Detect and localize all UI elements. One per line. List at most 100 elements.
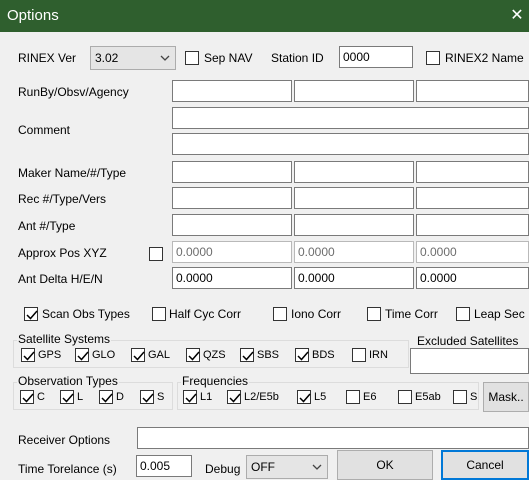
observation-type-checkbox[interactable] xyxy=(140,390,154,404)
sep-nav-checkbox[interactable] xyxy=(185,51,199,65)
frequency-checkbox[interactable] xyxy=(453,390,467,404)
time-corr-label: Time Corr xyxy=(385,307,438,321)
time-tolerance-input[interactable]: 0.005 xyxy=(136,455,192,477)
scan-obs-label: Scan Obs Types xyxy=(42,307,130,321)
rec-field-1[interactable] xyxy=(172,187,292,209)
frequencies-title: Frequencies xyxy=(181,374,250,388)
checkmark-icon xyxy=(23,351,35,361)
close-button[interactable]: ✕ xyxy=(505,5,529,27)
rinex-ver-label: RINEX Ver xyxy=(18,51,77,65)
runby-label: RunBy/Obsv/Agency xyxy=(18,85,129,99)
time-tolerance-label: Time Torelance (s) xyxy=(18,462,117,476)
observation-types-title: Observation Types xyxy=(17,374,119,388)
rinex-ver-select[interactable]: 3.02 xyxy=(90,46,176,70)
ant-label: Ant #/Type xyxy=(18,219,76,233)
iono-corr-checkbox[interactable] xyxy=(273,307,287,321)
leap-sec-label: Leap Sec xyxy=(474,307,525,321)
approx-pos-z[interactable]: 0.0000 xyxy=(416,241,529,263)
receiver-options-label: Receiver Options xyxy=(18,433,111,447)
frequency-label: L2/E5b xyxy=(244,391,279,403)
leap-sec-checkbox[interactable] xyxy=(456,307,470,321)
sep-nav-label: Sep NAV xyxy=(204,51,253,65)
maker-field-2[interactable] xyxy=(294,161,414,183)
frequency-checkbox[interactable] xyxy=(227,390,241,404)
ant-delta-h[interactable]: 0.0000 xyxy=(172,267,292,289)
satellite-system-label: IRN xyxy=(369,349,388,361)
satellite-system-label: BDS xyxy=(312,349,335,361)
frequency-label: L5 xyxy=(314,391,327,403)
observation-type-checkbox[interactable] xyxy=(60,390,74,404)
comment-label: Comment xyxy=(18,123,71,137)
approx-pos-checkbox[interactable] xyxy=(149,247,163,261)
rinex2-name-label: RINEX2 Name xyxy=(445,51,524,65)
approx-pos-label: Approx Pos XYZ xyxy=(18,246,107,260)
comment-field-1[interactable] xyxy=(172,107,529,129)
debug-value: OFF xyxy=(251,460,275,474)
ant-delta-label: Ant Delta H/E/N xyxy=(18,272,103,286)
satellite-system-label: GPS xyxy=(38,349,62,361)
rec-field-2[interactable] xyxy=(294,187,414,209)
satellite-system-checkbox[interactable] xyxy=(75,348,89,362)
scan-obs-checkbox[interactable] xyxy=(24,307,38,321)
frequency-label: E6 xyxy=(363,391,377,403)
checkmark-icon xyxy=(188,351,200,361)
time-corr-checkbox[interactable] xyxy=(367,307,381,321)
checkmark-icon xyxy=(22,393,34,403)
satellite-system-label: GAL xyxy=(148,349,171,361)
observation-type-label: L xyxy=(77,391,84,403)
maker-field-1[interactable] xyxy=(172,161,292,183)
frequency-label: S xyxy=(470,391,478,403)
checkmark-icon xyxy=(297,351,309,361)
checkmark-icon xyxy=(101,393,113,403)
satellite-system-checkbox[interactable] xyxy=(21,348,35,362)
checkmark-icon xyxy=(299,393,311,403)
ok-button[interactable]: OK xyxy=(337,450,433,480)
rec-label: Rec #/Type/Vers xyxy=(18,192,107,206)
frequency-label: L1 xyxy=(200,391,213,403)
frequency-checkbox[interactable] xyxy=(297,390,311,404)
satellite-system-label: GLO xyxy=(92,349,116,361)
half-cyc-label: Half Cyc Corr xyxy=(169,307,242,321)
half-cyc-checkbox[interactable] xyxy=(152,307,166,321)
maker-field-3[interactable] xyxy=(416,161,529,183)
frequency-checkbox[interactable] xyxy=(183,390,197,404)
observation-type-checkbox[interactable] xyxy=(20,390,34,404)
excluded-satellites-label: Excluded Satellites xyxy=(417,334,519,348)
approx-pos-x[interactable]: 0.0000 xyxy=(172,241,292,263)
debug-label: Debug xyxy=(205,462,241,476)
checkmark-icon xyxy=(133,351,145,361)
satellite-systems-title: Satellite Systems xyxy=(17,332,112,346)
runby-field-3[interactable] xyxy=(416,80,529,102)
station-id-label: Station ID xyxy=(271,51,324,65)
checkmark-icon xyxy=(26,310,38,320)
rinex2-name-checkbox[interactable] xyxy=(426,51,440,65)
ant-delta-e[interactable]: 0.0000 xyxy=(294,267,414,289)
satellite-system-checkbox[interactable] xyxy=(186,348,200,362)
frequency-checkbox[interactable] xyxy=(346,390,360,404)
approx-pos-y[interactable]: 0.0000 xyxy=(294,241,414,263)
excluded-satellites-input[interactable] xyxy=(410,348,529,374)
comment-field-2[interactable] xyxy=(172,133,529,155)
runby-field-2[interactable] xyxy=(294,80,414,102)
satellite-system-checkbox[interactable] xyxy=(131,348,145,362)
satellite-system-checkbox[interactable] xyxy=(352,348,366,362)
ant-field-3[interactable] xyxy=(416,214,529,236)
ant-field-2[interactable] xyxy=(294,214,414,236)
observation-type-checkbox[interactable] xyxy=(99,390,113,404)
ant-delta-n[interactable]: 0.0000 xyxy=(416,267,529,289)
cancel-button[interactable]: Cancel xyxy=(441,450,529,480)
rinex-ver-value: 3.02 xyxy=(95,51,119,65)
rec-field-3[interactable] xyxy=(416,187,529,209)
station-id-input[interactable]: 0000 xyxy=(339,46,413,68)
maker-label: Maker Name/#/Type xyxy=(18,166,127,180)
satellite-system-checkbox[interactable] xyxy=(295,348,309,362)
frequency-checkbox[interactable] xyxy=(398,390,412,404)
frequency-label: E5ab xyxy=(415,391,441,403)
runby-field-1[interactable] xyxy=(172,80,292,102)
mask-button[interactable]: Mask.. xyxy=(483,382,529,412)
ant-field-1[interactable] xyxy=(172,214,292,236)
satellite-system-checkbox[interactable] xyxy=(240,348,254,362)
satellite-system-label: SBS xyxy=(257,349,280,361)
receiver-options-input[interactable] xyxy=(137,427,529,449)
debug-select[interactable]: OFF xyxy=(246,455,328,479)
